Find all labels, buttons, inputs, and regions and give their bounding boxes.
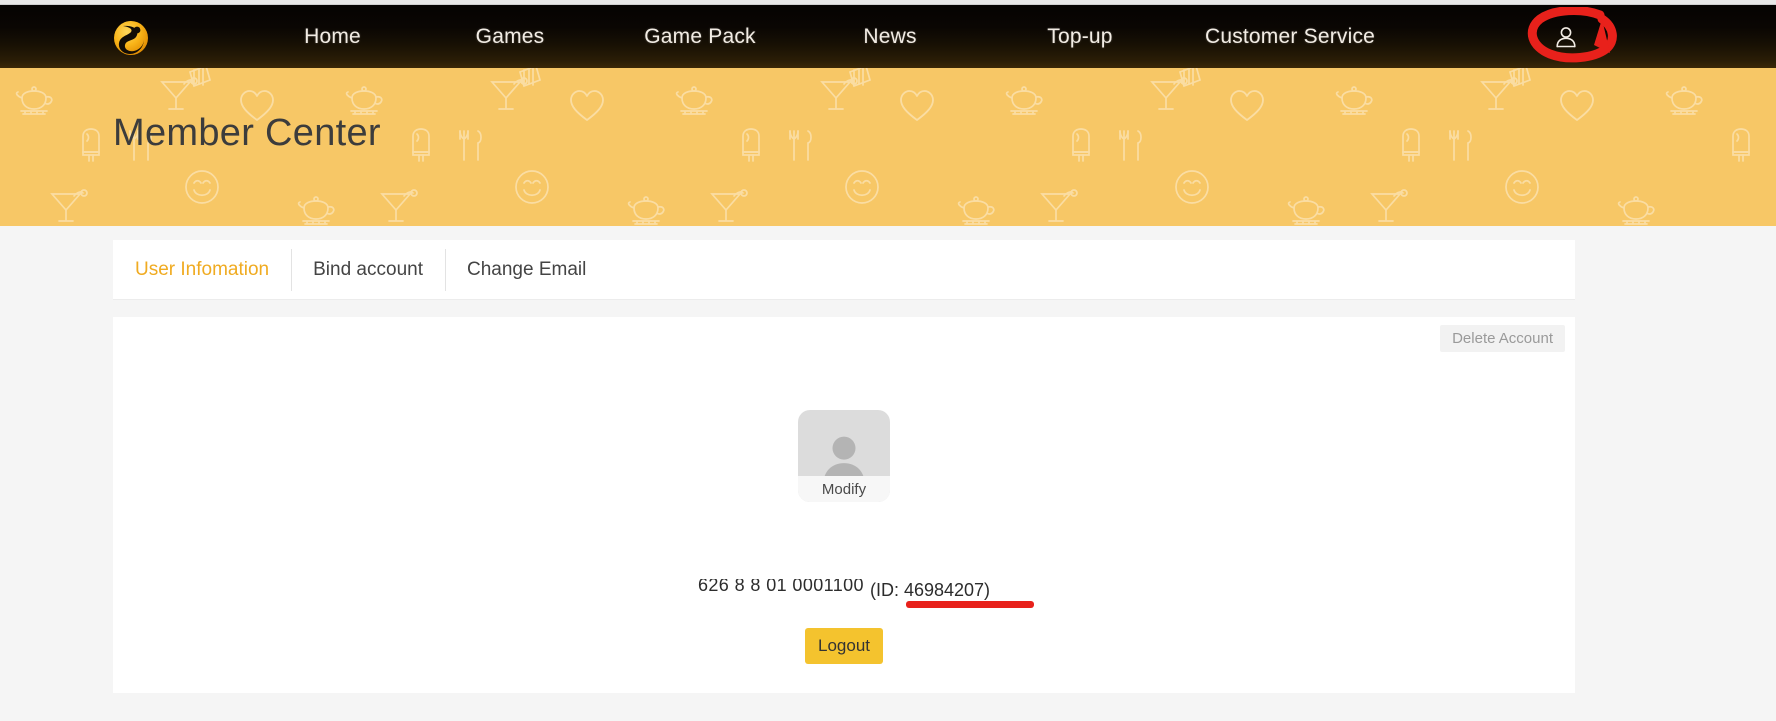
- tab-user-information[interactable]: User Infomation: [113, 253, 291, 287]
- account-name-redacted: 626 8 8 01 0001100: [697, 579, 864, 601]
- modify-avatar-button[interactable]: Modify: [798, 476, 890, 502]
- logout-button[interactable]: Logout: [805, 628, 883, 664]
- tab-bind-account[interactable]: Bind account: [291, 248, 445, 291]
- user-id-value: (ID: 46984207): [870, 580, 1034, 608]
- delete-account-button[interactable]: Delete Account: [1440, 325, 1565, 352]
- nav-item-games[interactable]: Games: [415, 25, 605, 49]
- user-account-icon[interactable]: [1552, 23, 1580, 51]
- nav-item-news[interactable]: News: [795, 25, 985, 49]
- page-banner: Member Center: [0, 68, 1776, 226]
- nav-item-list: Home Games Game Pack News Top-up Custome…: [250, 5, 1405, 68]
- nav-item-top-up[interactable]: Top-up: [985, 25, 1175, 49]
- account-identity-line: 626 8 8 01 0001100 (ID: 46984207): [113, 579, 1575, 608]
- tab-bar: User Infomation Bind account Change Emai…: [113, 240, 1575, 300]
- phoenix-logo[interactable]: [110, 17, 152, 59]
- user-information-panel: Delete Account Modify 626 8 8 01 0001100…: [113, 317, 1575, 693]
- top-navigation-bar: Home Games Game Pack News Top-up Custome…: [0, 5, 1776, 68]
- tab-change-email[interactable]: Change Email: [444, 248, 608, 291]
- avatar-block: Modify: [798, 410, 890, 502]
- nav-item-customer-service[interactable]: Customer Service: [1175, 25, 1405, 49]
- nav-item-game-pack[interactable]: Game Pack: [605, 25, 795, 49]
- avatar[interactable]: Modify: [798, 410, 890, 502]
- nav-item-home[interactable]: Home: [250, 25, 415, 49]
- page-content-area: User Infomation Bind account Change Emai…: [0, 226, 1776, 721]
- annotation-underline-on-user-id: [905, 600, 1034, 608]
- page-title: Member Center: [113, 112, 381, 154]
